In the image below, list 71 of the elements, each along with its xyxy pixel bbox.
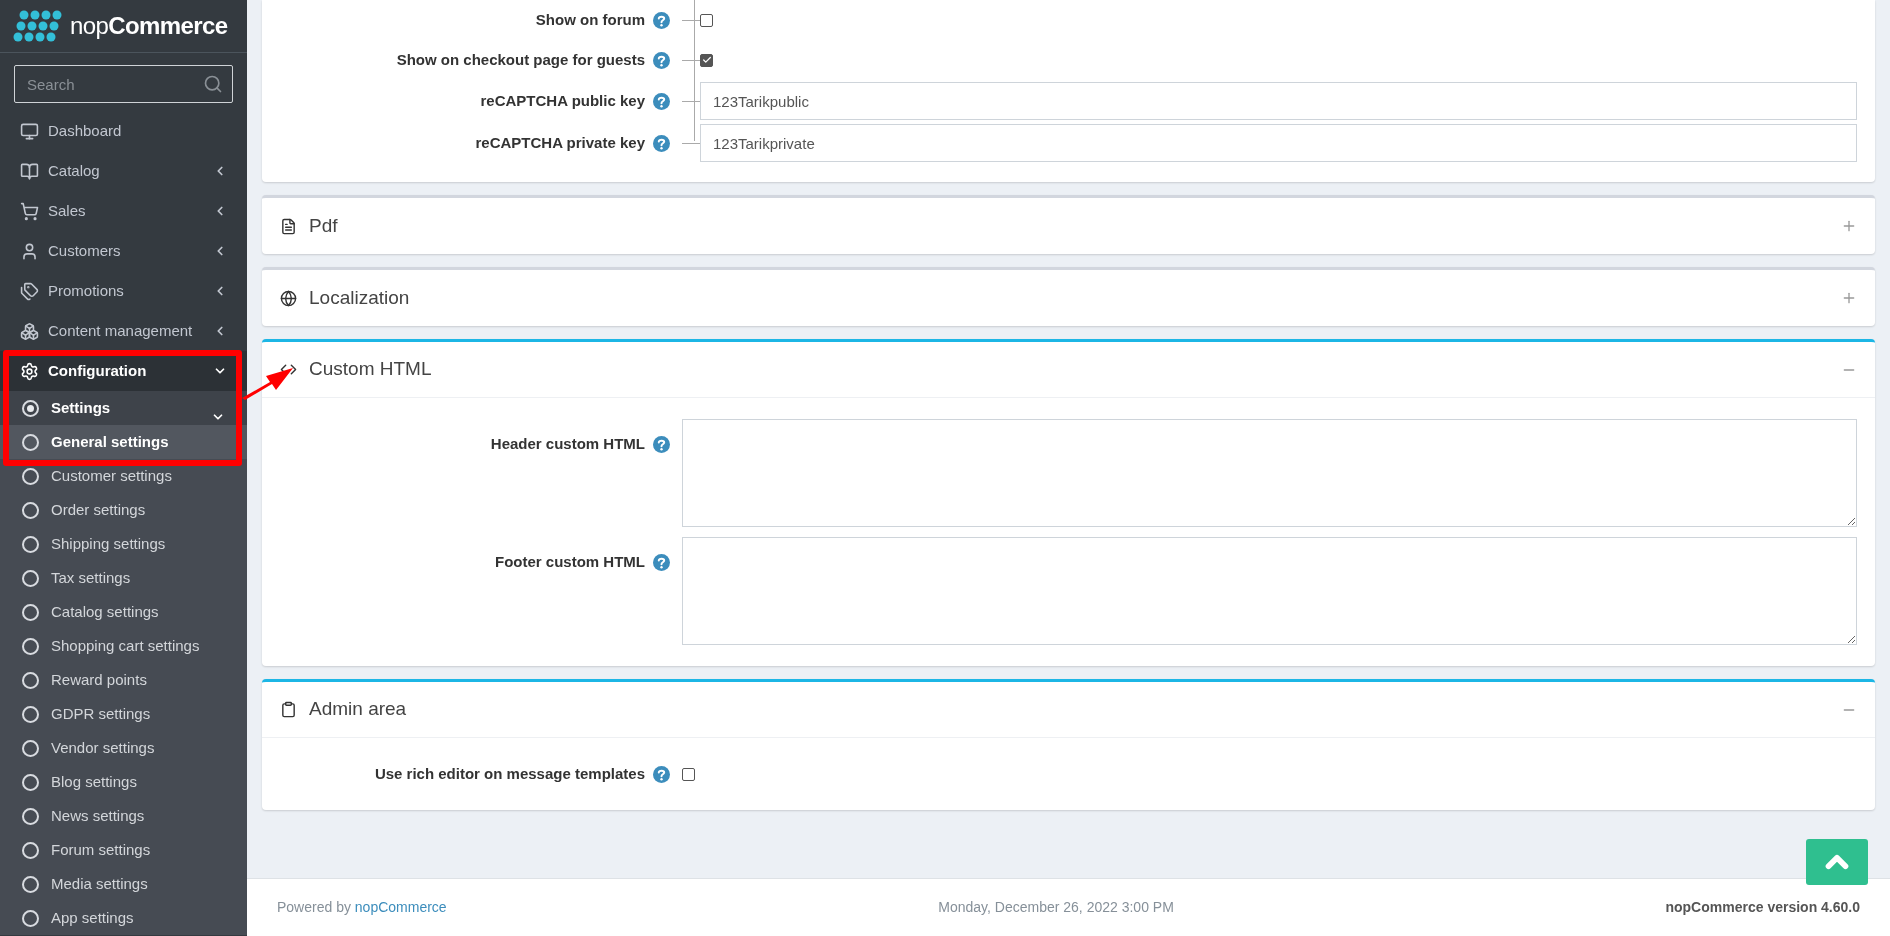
nav-subitem[interactable]: Reward points [0,663,247,697]
field-label: Header custom HTML [490,434,645,454]
card-header[interactable]: Pdf [262,198,1875,254]
nav-subitem[interactable]: News settings [0,799,247,833]
clipboard-icon [280,701,297,718]
field-label: Show on checkout page for guests [396,49,645,70]
expand-icon[interactable] [1841,218,1857,234]
text-area[interactable] [682,419,1857,527]
expand-icon[interactable] [1841,290,1857,306]
nav-subitem[interactable]: Settings [0,391,247,425]
help-icon [653,765,670,783]
nav-item[interactable]: Sales [0,191,247,231]
card-title: Localization [309,285,410,310]
search-field[interactable]: Search [14,65,233,103]
monitor-icon [20,121,39,141]
field-label: Show on forum [535,9,645,30]
card-header[interactable]: Admin area [262,682,1875,738]
search-icon [203,74,223,94]
nav-subitem[interactable]: General settings [0,425,247,459]
user-icon [20,241,39,261]
nav-subitem[interactable]: GDPR settings [0,697,247,731]
gears-icon [20,361,39,381]
checkbox[interactable] [700,13,713,27]
book-icon [20,161,39,181]
checkbox[interactable] [682,767,695,781]
tags-icon [20,281,39,301]
annotation-arrow [240,365,296,401]
text-field[interactable]: 123Tarikpublic [700,82,1857,120]
help-icon [653,134,670,152]
nav-subitem[interactable]: Shopping cart settings [0,629,247,663]
help-icon [653,51,670,69]
nav-subitem[interactable]: Shipping settings [0,527,247,561]
help-icon [653,553,670,571]
field-label: Use rich editor on message templates [374,763,645,784]
help-icon [653,11,670,29]
text-field[interactable]: 123Tarikprivate [700,124,1857,162]
nav-subitem[interactable]: Forum settings [0,833,247,867]
field-label: reCAPTCHA public key [480,90,645,111]
nopcommerce-link[interactable]: nopCommerce [354,899,447,915]
nav-item[interactable]: Content management [0,311,247,351]
file-icon [280,217,297,235]
nav-subitem[interactable]: Catalog settings [0,595,247,629]
text-area[interactable] [682,537,1857,645]
nav-item[interactable]: Catalog [0,151,247,191]
nav-subitem[interactable]: Blog settings [0,765,247,799]
powered-by-text: Powered by nopCommerce [277,898,447,917]
card-title: Custom HTML [309,357,432,382]
card-title: Pdf [309,213,338,238]
globe-icon [280,289,297,307]
logo-text: nopCommerce [70,11,228,41]
nav-item[interactable]: Dashboard [0,111,247,151]
nav-subitem[interactable]: Order settings [0,493,247,527]
nav-subitem[interactable]: Customer settings [0,459,247,493]
nav-subitem[interactable]: Vendor settings [0,731,247,765]
nav-subitem[interactable]: App settings [0,901,247,935]
scroll-top-button[interactable] [1806,839,1868,885]
version-text: nopCommerce version 4.60.0 [1665,898,1860,917]
date-time-text: Monday, December 26, 2022 3:00 PM [938,898,1174,917]
card-header[interactable]: Localization [262,270,1875,326]
nav-item[interactable]: Customers [0,231,247,271]
help-icon [653,435,670,453]
nav-item[interactable]: Promotions [0,271,247,311]
nav-subitem[interactable]: Media settings [0,867,247,901]
field-label: Footer custom HTML [495,552,645,572]
card-title: Admin area [309,697,407,722]
boxes-icon [20,321,39,341]
field-label: reCAPTCHA private key [475,132,645,153]
checkbox[interactable] [700,53,713,67]
nav-subitem[interactable]: Tax settings [0,561,247,595]
cart-icon [20,201,39,221]
help-icon [653,92,670,110]
